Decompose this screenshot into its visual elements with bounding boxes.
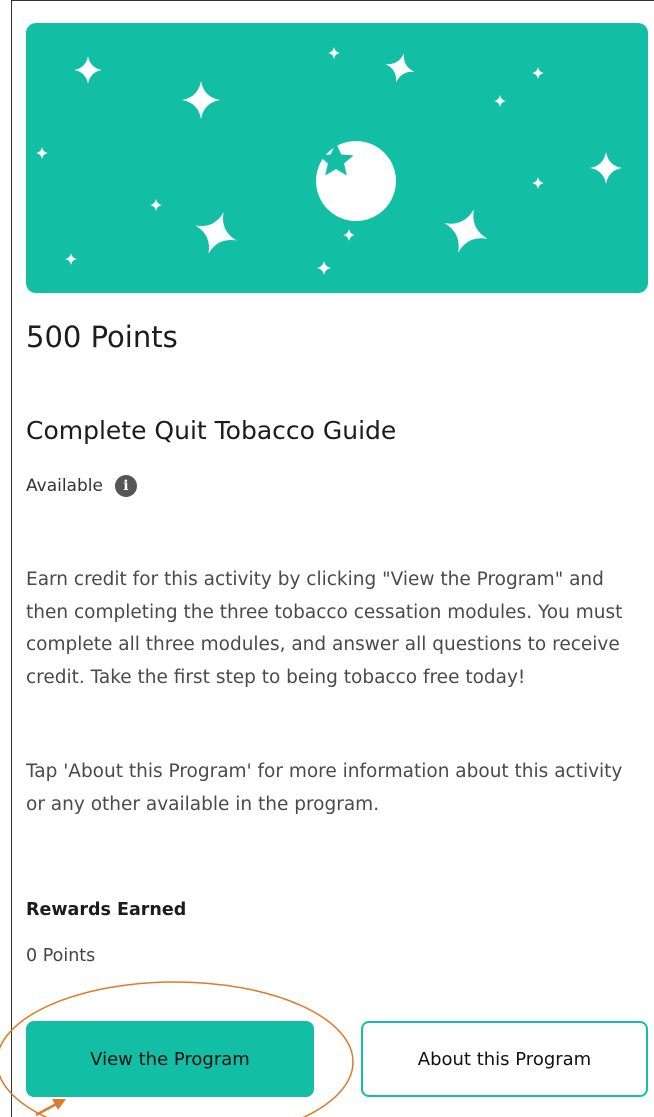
rewards-earned-label: Rewards Earned (26, 900, 187, 920)
hero-banner (26, 23, 648, 293)
view-program-button[interactable]: View the Program (26, 1021, 314, 1097)
info-icon[interactable]: i (114, 475, 137, 497)
star-icon (318, 143, 354, 176)
star-badge (316, 141, 396, 221)
about-program-button[interactable]: About this Program (361, 1021, 648, 1097)
status-label: Available (26, 476, 103, 496)
about-hint-text: Tap 'About this Program' for more inform… (26, 761, 623, 815)
activity-description: Earn credit for this activity by clickin… (26, 569, 623, 688)
rewards-earned-value: 0 Points (26, 946, 96, 966)
points-value: 500 Points (26, 320, 178, 354)
activity-title: Complete Quit Tobacco Guide (26, 416, 397, 445)
status-row: Available i (26, 475, 137, 497)
